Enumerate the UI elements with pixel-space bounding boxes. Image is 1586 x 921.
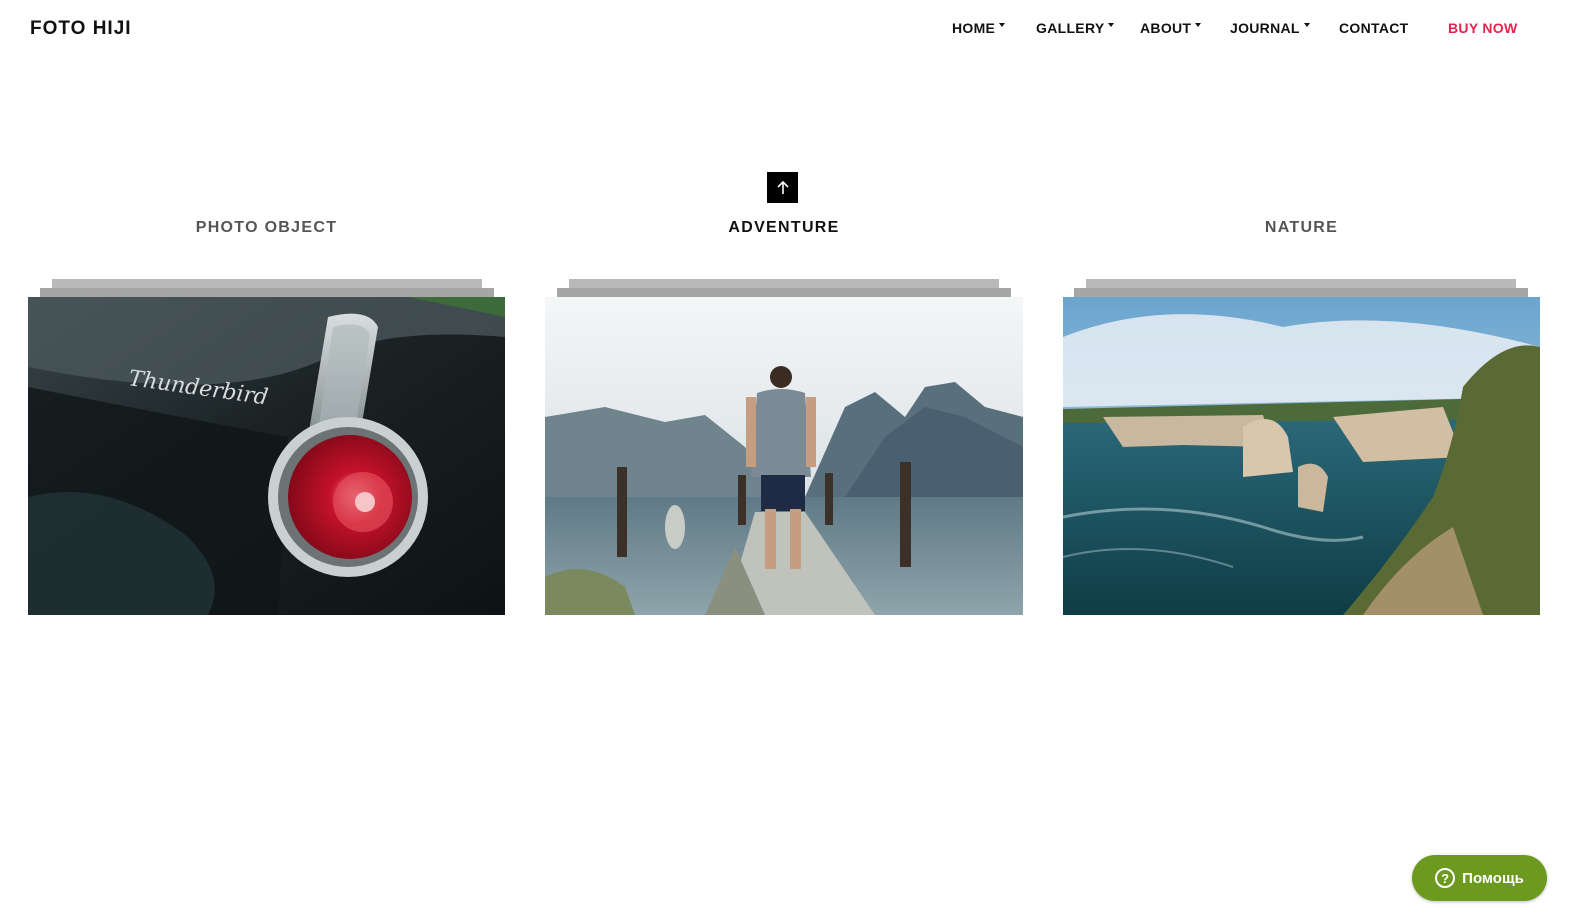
category-nature[interactable]: NATURE — [1063, 219, 1540, 237]
scroll-top-button[interactable] — [767, 172, 798, 203]
card-stack-edge — [1086, 279, 1516, 288]
caret-down-icon — [999, 23, 1006, 27]
help-label: Помощь — [1462, 869, 1524, 887]
nav-label: ABOUT — [1140, 20, 1192, 36]
help-button[interactable]: ? Помощь — [1412, 855, 1547, 901]
nav-label: BUY NOW — [1448, 20, 1518, 36]
card-stack-edge — [1074, 288, 1528, 297]
nav-label: GALLERY — [1036, 20, 1105, 36]
caret-down-icon — [1108, 23, 1115, 27]
arrow-up-icon — [776, 180, 789, 194]
card-stack-edge — [557, 288, 1011, 297]
caret-down-icon — [1195, 23, 1202, 27]
card-stack-edge — [40, 288, 494, 297]
nav-label: HOME — [952, 20, 996, 36]
main-nav: HOME GALLERY ABOUT JOURNAL CONTACT BUY N… — [0, 20, 1586, 40]
nav-item-contact[interactable]: CONTACT — [1339, 20, 1409, 36]
photo-man-on-pier[interactable] — [545, 297, 1023, 615]
caret-down-icon — [1303, 23, 1310, 27]
nav-item-buy-now[interactable]: BUY NOW — [1448, 20, 1518, 36]
question-circle-icon: ? — [1435, 868, 1456, 888]
nav-item-gallery[interactable]: GALLERY — [1036, 20, 1115, 36]
category-photo-object[interactable]: PHOTO OBJECT — [28, 219, 505, 237]
card-stack-edge — [52, 279, 482, 288]
nav-label: JOURNAL — [1230, 20, 1300, 36]
nav-item-about[interactable]: ABOUT — [1140, 20, 1202, 36]
nav-label: CONTACT — [1339, 20, 1409, 36]
card-stack-edge — [569, 279, 999, 288]
photo-car-taillight[interactable]: Thunderbird — [28, 297, 505, 615]
photo-coastal-cliffs[interactable] — [1063, 297, 1540, 615]
nav-item-journal[interactable]: JOURNAL — [1230, 20, 1310, 36]
nav-item-home[interactable]: HOME — [952, 20, 1006, 36]
category-adventure[interactable]: ADVENTURE — [545, 219, 1023, 237]
